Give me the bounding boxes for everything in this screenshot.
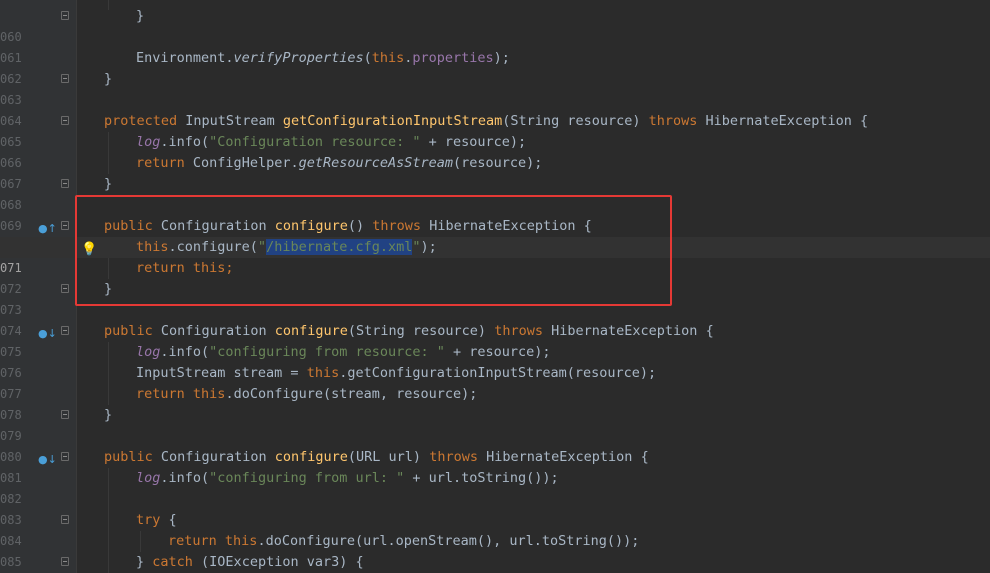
code-text: return this; [136, 260, 234, 276]
code-line[interactable]: 082 log.info("configuring from url: " + … [0, 468, 990, 506]
code-line[interactable]: 076 log.info("configuring from resource:… [0, 342, 990, 380]
fold-icon[interactable] [61, 410, 69, 419]
code-line[interactable]: 061 [0, 27, 990, 65]
fold-icon[interactable] [61, 284, 69, 293]
fold-icon[interactable] [61, 452, 69, 461]
code-line[interactable]: 065 protected InputStream getConfigurati… [0, 111, 990, 149]
code-line[interactable]: 086 } catch (IOException var3) { [0, 552, 990, 573]
code-line[interactable]: 063 } [0, 69, 990, 107]
code-text: public Configuration configure(URL url) … [104, 449, 649, 465]
code-text: } [104, 71, 113, 87]
code-editor[interactable]: 060 } 061 062 Environment.verifyProperti… [0, 0, 990, 573]
code-line[interactable]: 084 try { [0, 510, 990, 548]
code-text: try { [136, 512, 177, 528]
code-line[interactable]: 069 [0, 195, 990, 233]
code-line[interactable]: 068 } [0, 174, 990, 212]
code-line[interactable]: 067 return ConfigHelper.getResourceAsStr… [0, 153, 990, 191]
override-marker-icon[interactable]: ●↓ [38, 449, 57, 470]
code-line[interactable]: 064 [0, 90, 990, 128]
code-text: } [136, 8, 145, 24]
code-text: this.configure("/hibernate.cfg.xml"); [136, 239, 437, 255]
code-line[interactable]: 085 return this.doConfigure(url.openStre… [0, 531, 990, 569]
selected-text: /hibernate.cfg.xml [266, 239, 413, 255]
fold-icon[interactable] [61, 326, 69, 335]
code-line[interactable]: 072 return this; [0, 258, 990, 296]
code-line[interactable]: 073 } [0, 279, 990, 317]
code-line-current[interactable]: 071 💡 this.configure("/hibernate.cfg.xml… [0, 237, 990, 275]
fold-icon[interactable] [61, 116, 69, 125]
code-text: return this.doConfigure(stream, resource… [136, 386, 478, 402]
code-line[interactable]: 070 ●↑ public Configuration configure() … [0, 216, 990, 254]
code-text: InputStream stream = this.getConfigurati… [136, 365, 657, 381]
code-text: public Configuration configure() throws … [104, 218, 592, 234]
fold-icon[interactable] [61, 74, 69, 83]
code-text: return this.doConfigure(url.openStream()… [168, 533, 640, 549]
code-line[interactable]: 060 } [0, 6, 990, 44]
fold-icon[interactable] [61, 221, 69, 230]
code-line[interactable]: 080 [0, 426, 990, 464]
code-line[interactable]: 075 ●↓ public Configuration configure(St… [0, 321, 990, 359]
code-line[interactable]: 066 log.info("Configuration resource: " … [0, 132, 990, 170]
fold-icon[interactable] [61, 179, 69, 188]
fold-icon[interactable] [61, 515, 69, 524]
code-text: return ConfigHelper.getResourceAsStream(… [136, 155, 543, 171]
code-line[interactable]: 083 [0, 489, 990, 527]
code-text: } catch (IOException var3) { [136, 554, 364, 570]
code-text: public Configuration configure(String re… [104, 323, 714, 339]
code-text: Environment.verifyProperties(this.proper… [136, 50, 510, 66]
code-line[interactable]: 074 [0, 300, 990, 338]
code-text: } [104, 281, 113, 297]
code-line[interactable]: 079 } [0, 405, 990, 443]
code-line[interactable]: 062 Environment.verifyProperties(this.pr… [0, 48, 990, 86]
code-line[interactable]: 081 ●↓ public Configuration configure(UR… [0, 447, 990, 485]
override-marker-icon[interactable]: ●↓ [38, 323, 57, 344]
fold-icon[interactable] [61, 557, 69, 566]
lightbulb-icon[interactable]: 💡 [81, 239, 97, 260]
code-text: log.info("configuring from resource: " +… [136, 344, 551, 360]
code-text: } [104, 407, 113, 423]
code-text: log.info("Configuration resource: " + re… [136, 134, 527, 150]
code-line[interactable]: 077 InputStream stream = this.getConfigu… [0, 363, 990, 401]
code-text: } [104, 176, 113, 192]
override-marker-icon[interactable]: ●↑ [38, 218, 57, 239]
code-line[interactable]: 078 return this.doConfigure(stream, reso… [0, 384, 990, 422]
code-text: log.info("configuring from url: " + url.… [136, 470, 559, 486]
code-text: protected InputStream getConfigurationIn… [104, 113, 869, 129]
fold-icon[interactable] [61, 11, 69, 20]
